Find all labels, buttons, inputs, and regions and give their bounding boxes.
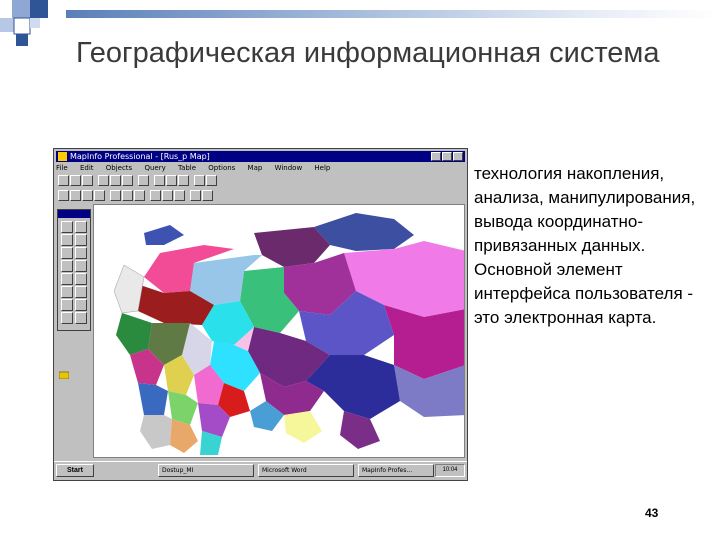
map-toolbar — [56, 189, 465, 203]
task-word[interactable]: Microsoft Word — [258, 464, 354, 477]
copy-icon[interactable] — [110, 175, 121, 186]
new-icon[interactable] — [58, 175, 69, 186]
task-mapinfo[interactable]: MapInfo Profes... — [358, 464, 434, 477]
menu-bar: File Edit Objects Query Table Options Ma… — [56, 163, 465, 173]
palette-tool-icon[interactable] — [75, 234, 87, 246]
taskbar-clock: 10:04 — [435, 464, 465, 477]
help-icon[interactable] — [206, 175, 217, 186]
menu-edit[interactable]: Edit — [80, 164, 94, 172]
label-icon[interactable] — [162, 190, 173, 201]
table-icon[interactable] — [154, 175, 165, 186]
graph-icon[interactable] — [178, 175, 189, 186]
app-icon — [58, 152, 67, 161]
minimize-button[interactable] — [431, 152, 441, 161]
maximize-button[interactable] — [442, 152, 452, 161]
save-icon[interactable] — [82, 175, 93, 186]
info-icon[interactable] — [150, 190, 161, 201]
palette-tool-icon[interactable] — [61, 312, 73, 324]
close-button[interactable] — [453, 152, 463, 161]
marquee-icon[interactable] — [70, 190, 81, 201]
map-region[interactable] — [116, 313, 152, 355]
palette-tool-icon[interactable] — [61, 273, 73, 285]
slide-title: Географическая информационная система — [76, 37, 660, 69]
task-dostup[interactable]: Dostup_MI — [158, 464, 254, 477]
palette-tool-icon[interactable] — [75, 273, 87, 285]
layout-icon[interactable] — [194, 175, 205, 186]
map-window[interactable] — [93, 204, 465, 458]
palette-tool-icon[interactable] — [61, 286, 73, 298]
legend-icon[interactable] — [202, 190, 213, 201]
drawing-palette — [57, 209, 91, 331]
header-rule — [66, 10, 720, 18]
menu-table[interactable]: Table — [178, 164, 196, 172]
palette-header — [58, 210, 90, 218]
palette-tool-icon[interactable] — [61, 260, 73, 272]
palette-tool-icon[interactable] — [61, 299, 73, 311]
start-button[interactable]: Start — [56, 464, 94, 477]
map-region[interactable] — [284, 411, 322, 443]
undo-icon[interactable] — [138, 175, 149, 186]
select-icon[interactable] — [58, 190, 69, 201]
main-toolbar — [56, 174, 465, 188]
polygon-select-icon[interactable] — [94, 190, 105, 201]
layer-control-icon[interactable] — [190, 190, 201, 201]
palette-tool-icon[interactable] — [61, 221, 73, 233]
menu-map[interactable]: Map — [248, 164, 263, 172]
menu-file[interactable]: File — [56, 164, 68, 172]
russia-regions-map[interactable] — [94, 205, 465, 458]
menu-window[interactable]: Window — [275, 164, 303, 172]
open-icon[interactable] — [70, 175, 81, 186]
corner-decoration — [0, 0, 48, 46]
palette-tool-icon[interactable] — [75, 221, 87, 233]
map-region[interactable] — [144, 225, 184, 245]
palette-tool-icon[interactable] — [75, 312, 87, 324]
app-title: MapInfo Professional - [Rus_p Map] — [70, 152, 210, 161]
map-region[interactable] — [138, 383, 168, 415]
windows-taskbar: Start Dostup_MI Microsoft Word MapInfo P… — [54, 461, 467, 480]
menu-options[interactable]: Options — [208, 164, 235, 172]
page-number: 43 — [645, 506, 659, 520]
radius-icon[interactable] — [82, 190, 93, 201]
map-region[interactable] — [254, 227, 330, 267]
grabber-icon[interactable] — [134, 190, 145, 201]
paste-icon[interactable] — [122, 175, 133, 186]
palette-tool-icon[interactable] — [75, 299, 87, 311]
palette-tool-icon[interactable] — [75, 260, 87, 272]
menu-objects[interactable]: Objects — [106, 164, 132, 172]
menu-help[interactable]: Help — [314, 164, 330, 172]
app-titlebar: MapInfo Professional - [Rus_p Map] — [56, 151, 465, 162]
palette-tool-icon[interactable] — [75, 286, 87, 298]
palette-tool-icon[interactable] — [61, 234, 73, 246]
map-region[interactable] — [340, 411, 380, 449]
zoom-out-icon[interactable] — [122, 190, 133, 201]
map-icon[interactable] — [166, 175, 177, 186]
mapinfo-screenshot: MapInfo Professional - [Rus_p Map] File … — [53, 148, 468, 481]
cut-icon[interactable] — [98, 175, 109, 186]
menu-query[interactable]: Query — [144, 164, 165, 172]
folder-icon[interactable] — [59, 371, 69, 379]
zoom-in-icon[interactable] — [110, 190, 121, 201]
map-region[interactable] — [140, 415, 172, 449]
palette-tool-icon[interactable] — [61, 247, 73, 259]
slide-description: технология накопления, анализа, манипули… — [474, 164, 696, 327]
ruler-icon[interactable] — [174, 190, 185, 201]
palette-tool-icon[interactable] — [75, 247, 87, 259]
map-region[interactable] — [170, 419, 198, 453]
